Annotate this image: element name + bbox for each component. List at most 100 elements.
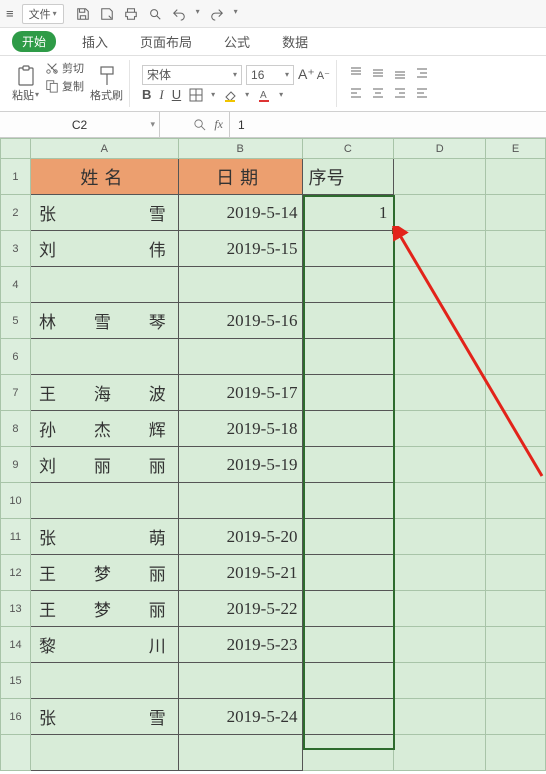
decrease-font-icon[interactable]: A⁻ [317, 69, 330, 82]
cell-name[interactable]: 孙杰辉 [30, 411, 178, 447]
col-header-D[interactable]: D [394, 139, 486, 159]
align-center-icon[interactable] [371, 86, 387, 102]
font-name-select[interactable]: 宋体 ▾ [142, 65, 242, 85]
cell[interactable] [486, 231, 546, 267]
col-header-C[interactable]: C [302, 139, 394, 159]
tab-insert[interactable]: 插入 [76, 30, 114, 53]
cell-date[interactable] [178, 483, 302, 519]
redo-more-icon[interactable]: ▾ [234, 7, 238, 21]
indent-increase-icon[interactable] [415, 66, 431, 82]
cell[interactable] [394, 663, 486, 699]
align-bottom-icon[interactable] [393, 66, 409, 82]
chevron-down-icon[interactable]: ▾ [279, 90, 283, 99]
cell-date[interactable]: 2019-5-23 [178, 627, 302, 663]
cell[interactable] [394, 735, 486, 771]
cell-name[interactable]: 黎川 [30, 627, 178, 663]
cell-seq[interactable] [302, 627, 394, 663]
italic-button[interactable]: I [159, 87, 163, 103]
cell-date[interactable] [178, 267, 302, 303]
cell-seq[interactable] [302, 447, 394, 483]
row-header[interactable]: 14 [1, 627, 31, 663]
file-menu[interactable]: 文件 ▾ [22, 4, 64, 24]
cell[interactable] [394, 591, 486, 627]
spreadsheet-grid[interactable]: A B C D E 1 姓名 日期 序号 2 张雪 2019-5-14 1 3 … [0, 138, 546, 771]
row-header[interactable]: 6 [1, 339, 31, 375]
cell-seq[interactable] [302, 663, 394, 699]
header-seq[interactable]: 序号 [302, 159, 394, 195]
cell-name[interactable] [30, 735, 178, 771]
cell-date[interactable]: 2019-5-24 [178, 699, 302, 735]
cell[interactable] [394, 159, 486, 195]
cell-date[interactable]: 2019-5-20 [178, 519, 302, 555]
cell[interactable] [394, 195, 486, 231]
cell-name[interactable] [30, 267, 178, 303]
row-header[interactable]: 3 [1, 231, 31, 267]
row-header[interactable]: 13 [1, 591, 31, 627]
tab-data[interactable]: 数据 [276, 30, 314, 53]
cell-seq[interactable] [302, 375, 394, 411]
cell-name[interactable] [30, 339, 178, 375]
cell-seq[interactable] [302, 591, 394, 627]
print-preview-icon[interactable] [148, 7, 162, 21]
col-header-B[interactable]: B [178, 139, 302, 159]
fill-color-button[interactable] [223, 88, 237, 102]
cell-seq[interactable] [302, 699, 394, 735]
fill-handle[interactable] [392, 228, 398, 234]
cell-name[interactable]: 刘丽丽 [30, 447, 178, 483]
row-header[interactable]: 16 [1, 699, 31, 735]
cell-date[interactable] [178, 339, 302, 375]
cell[interactable] [486, 339, 546, 375]
format-painter-button[interactable]: 格式刷 [90, 60, 123, 107]
align-middle-icon[interactable] [371, 66, 387, 82]
row-header[interactable]: 9 [1, 447, 31, 483]
borders-button[interactable] [189, 88, 203, 102]
cell-seq[interactable] [302, 267, 394, 303]
align-top-icon[interactable] [349, 66, 365, 82]
cell[interactable] [394, 303, 486, 339]
row-header[interactable]: 5 [1, 303, 31, 339]
undo-icon[interactable] [172, 7, 186, 21]
cell[interactable] [486, 159, 546, 195]
cell[interactable] [486, 375, 546, 411]
col-header-E[interactable]: E [486, 139, 546, 159]
cell-seq[interactable] [302, 339, 394, 375]
cell[interactable] [394, 555, 486, 591]
cell-date[interactable] [178, 735, 302, 771]
formula-input[interactable]: 1 [230, 112, 546, 137]
cut-button[interactable]: 剪切 [45, 60, 84, 76]
row-header[interactable]: 15 [1, 663, 31, 699]
cell-date[interactable]: 2019-5-21 [178, 555, 302, 591]
cell[interactable] [486, 267, 546, 303]
paste-button[interactable]: 粘贴▾ [12, 60, 39, 107]
cell-date[interactable]: 2019-5-22 [178, 591, 302, 627]
cell[interactable] [486, 699, 546, 735]
save-as-icon[interactable] [100, 7, 114, 21]
cell[interactable] [394, 447, 486, 483]
cell-name[interactable]: 王海波 [30, 375, 178, 411]
cell[interactable] [486, 627, 546, 663]
undo-more-icon[interactable]: ▾ [196, 7, 200, 21]
row-header[interactable]: 8 [1, 411, 31, 447]
row-header[interactable]: 11 [1, 519, 31, 555]
cell-seq[interactable] [302, 483, 394, 519]
row-header[interactable]: 1 [1, 159, 31, 195]
cell[interactable] [486, 411, 546, 447]
cell-date[interactable]: 2019-5-19 [178, 447, 302, 483]
cell-name[interactable]: 张萌 [30, 519, 178, 555]
cell-date[interactable] [178, 663, 302, 699]
redo-icon[interactable] [210, 7, 224, 21]
cell[interactable] [486, 303, 546, 339]
underline-button[interactable]: U [172, 87, 181, 102]
print-icon[interactable] [124, 7, 138, 21]
cell-seq[interactable]: 1 [302, 195, 394, 231]
cell[interactable] [486, 591, 546, 627]
cell[interactable] [486, 483, 546, 519]
save-icon[interactable] [76, 7, 90, 21]
row-header[interactable]: 12 [1, 555, 31, 591]
align-left-icon[interactable] [349, 86, 365, 102]
header-name[interactable]: 姓名 [30, 159, 178, 195]
cell[interactable] [486, 447, 546, 483]
cell-name[interactable]: 王梦丽 [30, 555, 178, 591]
select-all-corner[interactable] [1, 139, 31, 159]
cell-name[interactable] [30, 663, 178, 699]
